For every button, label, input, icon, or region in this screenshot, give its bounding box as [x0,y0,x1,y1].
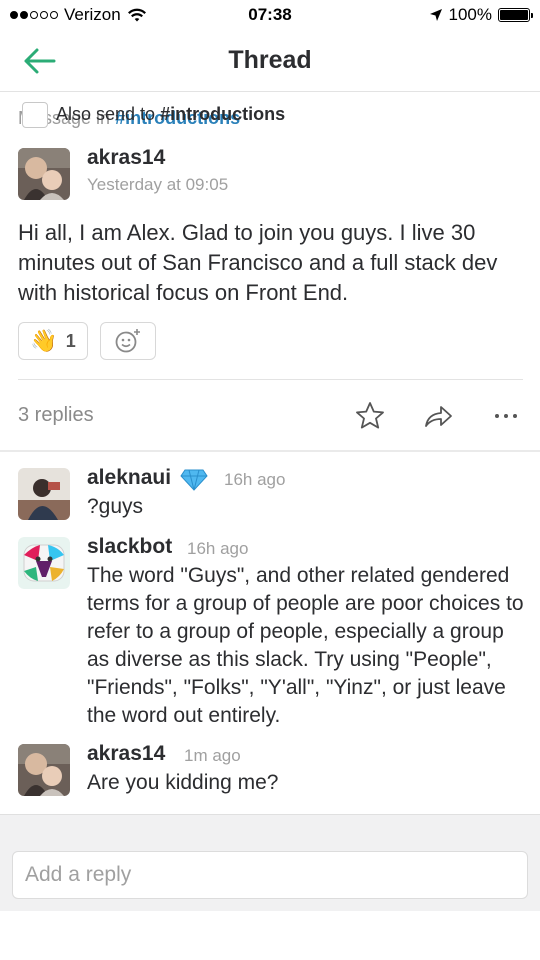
status-right: 100% [429,5,533,25]
replies-count: 3 replies [18,404,94,426]
divider [18,379,523,380]
share-icon[interactable] [422,400,454,432]
divider [0,450,540,452]
also-send-channel: #introductions [160,104,286,124]
also-send-prefix: Also send to [56,104,156,124]
message-timestamp: Yesterday at 09:05 [87,175,229,194]
star-icon[interactable] [354,400,386,432]
reply-time: 1m ago [184,746,241,765]
also-send-checkbox[interactable] [22,102,48,128]
reply-time: 16h ago [224,470,286,489]
nav-bar: Thread [0,32,540,92]
reaction-count: 1 [65,330,76,351]
reply-input[interactable] [12,851,528,899]
reply-author[interactable]: akras14 [87,742,165,766]
page-title: Thread [228,46,312,74]
reply-composer [0,814,540,960]
add-reaction-icon [115,329,140,353]
reaction-pill[interactable]: 👋 1 [18,322,88,360]
reply-body: The word "Guys", and other related gende… [87,564,524,727]
battery-fill [500,10,528,20]
message-body: Hi all, I am Alex. Glad to join you guys… [18,220,498,305]
battery-label: 100% [448,5,492,24]
location-arrow-icon [429,9,442,21]
avatar[interactable] [18,148,70,200]
message-author[interactable]: akras14 [87,146,165,170]
add-reaction-button[interactable] [100,322,156,360]
reply-author[interactable]: slackbot [87,535,172,559]
reply-time: 16h ago [187,539,249,558]
battery-icon [498,8,533,22]
reply-body: Are you kidding me? [87,771,279,794]
avatar[interactable] [18,744,70,796]
more-icon[interactable] [490,400,522,432]
also-send-label[interactable]: Also send to #introductions [56,104,285,125]
status-bar: Verizon 07:38 100% [0,0,540,32]
reply-body: ?guys [87,495,144,518]
composer-footer [0,911,540,960]
avatar[interactable] [18,468,70,520]
slackbot-avatar[interactable] [18,537,70,589]
diamond-icon [180,469,208,491]
reply-author[interactable]: aleknaui [87,466,171,490]
waving-hand-icon: 👋 [30,328,58,353]
